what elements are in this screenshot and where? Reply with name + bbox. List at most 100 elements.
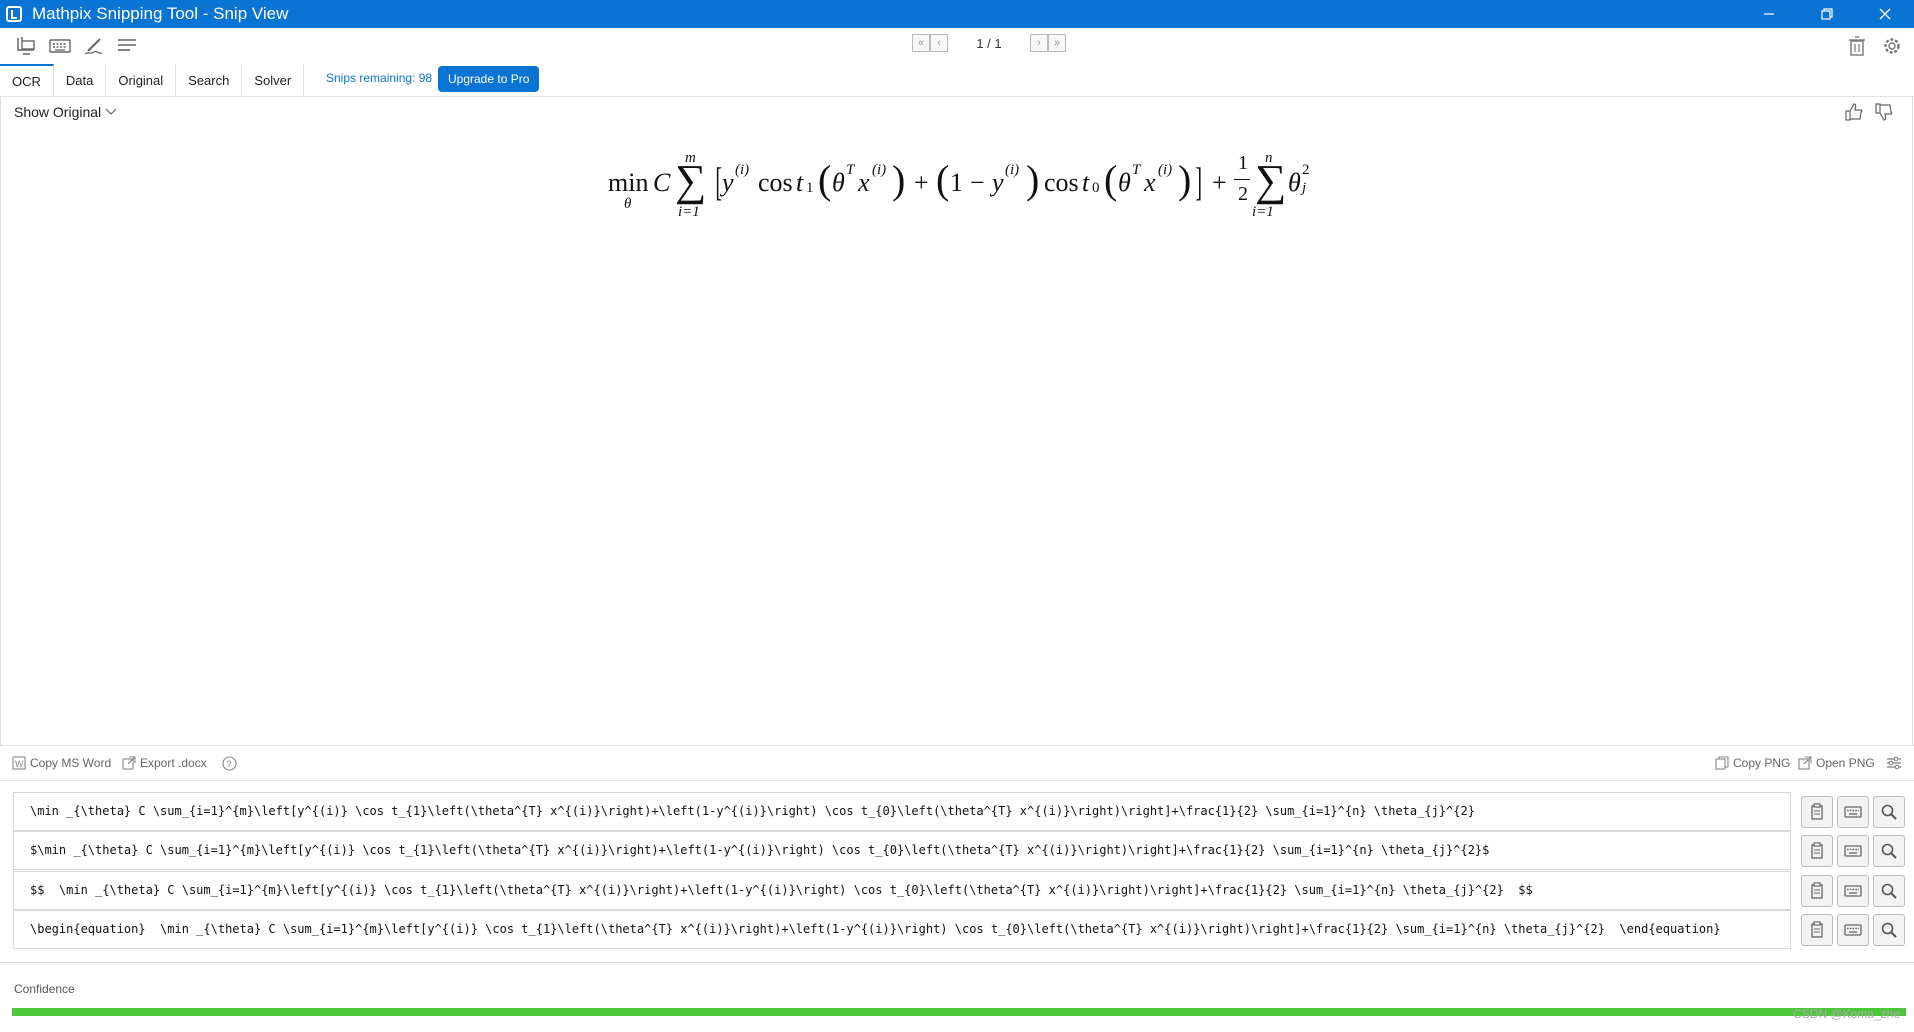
tab-label: Original [118,72,164,88]
math-plus: + [914,168,929,197]
copy-result-button[interactable] [1801,796,1833,828]
tab-data[interactable]: Data [54,64,107,96]
chevron-left-icon: ‹ [937,37,941,49]
copy-result-button[interactable] [1801,914,1833,946]
result-row-inline-math[interactable]: $\min _{\theta} C \sum_{i=1}^{m}\left[y^… [13,831,1791,870]
math-theta: θ [832,168,845,197]
copy-result-button[interactable] [1801,835,1833,867]
math-lbracket: [ [715,159,722,204]
math-lparen: ( [936,157,950,202]
copy-ms-word-button[interactable]: W Copy MS Word [12,756,111,770]
result-text[interactable]: \begin{equation} \min _{\theta} C \sum_{… [30,922,1721,936]
keyboard-result-button[interactable] [1837,875,1869,907]
math-T: T [846,162,855,178]
format-settings-button[interactable] [1886,756,1902,770]
search-result-button[interactable] [1873,835,1905,867]
text-lines-icon[interactable] [116,36,138,56]
export-docx-button[interactable]: Export .docx [122,756,207,770]
keyboard-icon[interactable] [49,36,71,56]
divider [0,96,1914,97]
math-sum-lower: i=1 [1252,204,1274,220]
math-frac-line [1234,179,1250,180]
result-row-equation[interactable]: \begin{equation} \min _{\theta} C \sum_{… [13,910,1791,949]
math-one: 1 [950,168,963,197]
math-minus: − [970,168,985,197]
upgrade-button[interactable]: Upgrade to Pro [438,66,540,92]
restore-button[interactable] [1798,0,1856,28]
thumbs-up-icon[interactable] [1844,102,1864,122]
search-icon [1881,883,1897,899]
confidence-label: Confidence [14,982,75,996]
restore-icon [1821,8,1833,20]
keyboard-result-button[interactable] [1837,835,1869,867]
math-sigma: ∑ [675,156,707,205]
search-icon [1881,804,1897,820]
search-icon [1881,843,1897,859]
search-result-button[interactable] [1873,875,1905,907]
window-title: Mathpix Snipping Tool - Snip View [32,4,289,23]
copy-result-button[interactable] [1801,875,1833,907]
math-rparen: ) [1026,157,1040,202]
result-text[interactable]: $\min _{\theta} C \sum_{i=1}^{m}\left[y^… [30,843,1489,857]
math-lparen: ( [818,157,832,202]
open-png-button[interactable]: Open PNG [1798,756,1875,770]
keyboard-result-button[interactable] [1837,796,1869,828]
thumbs-down-icon[interactable] [1874,102,1894,122]
show-original-dropdown[interactable]: Show Original [14,104,117,120]
math-t: t [1082,168,1090,197]
math-theta-sub-j: j [1302,180,1307,196]
math-T: T [1132,162,1141,178]
tab-original[interactable]: Original [106,64,177,96]
math-lparen: ( [1104,157,1118,202]
help-button[interactable]: ? [222,756,237,771]
math-theta: θ [1118,168,1131,197]
double-chevron-right-icon: » [1053,37,1061,49]
keyboard-icon [1844,885,1862,897]
result-row-display-math[interactable]: $$ \min _{\theta} C \sum_{i=1}^{m}\left[… [13,871,1791,910]
divider [1912,96,1913,746]
tab-bar: OCR Data Original Search Solver [0,62,305,96]
search-result-button[interactable] [1873,914,1905,946]
keyboard-icon [1844,806,1862,818]
result-row-latex[interactable]: \min _{\theta} C \sum_{i=1}^{m}\left[y^{… [13,792,1791,831]
math-sigma: ∑ [1255,156,1287,205]
keyboard-result-button[interactable] [1837,914,1869,946]
math-theta-sup: 2 [1302,162,1310,178]
close-icon [1879,8,1891,20]
result-text[interactable]: \min _{\theta} C \sum_{i=1}^{m}\left[y^{… [30,804,1475,818]
show-original-label: Show Original [14,104,102,120]
prev-page-button[interactable]: ‹ [930,34,948,52]
double-chevron-left-icon: « [917,37,925,49]
tab-search[interactable]: Search [176,64,243,96]
svg-text:?: ? [227,759,232,769]
gear-icon[interactable] [1881,36,1903,56]
search-result-button[interactable] [1873,796,1905,828]
copy-png-button[interactable]: Copy PNG [1715,756,1790,770]
math-rbracket: ] [1195,159,1202,204]
math-y: y [992,168,1004,197]
trash-icon[interactable] [1846,36,1868,56]
confidence-bar [12,1008,1906,1016]
tab-solver[interactable]: Solver [242,64,305,96]
close-button[interactable] [1856,0,1914,28]
math-theta-sub: θ [624,196,632,212]
pen-icon[interactable] [83,36,105,56]
screen-snip-icon[interactable] [16,36,38,56]
math-min: min [608,168,649,197]
tab-ocr[interactable]: OCR [0,64,54,96]
result-text[interactable]: $$ \min _{\theta} C \sum_{i=1}^{m}\left[… [30,883,1533,897]
last-page-button[interactable]: » [1048,34,1066,52]
tab-label: Solver [254,72,292,88]
tab-label: Data [65,72,94,88]
first-page-button[interactable]: « [912,34,930,52]
math-x: x [858,168,870,197]
clipboard-icon [1811,803,1823,820]
external-link-icon [1798,756,1812,770]
keyboard-icon [1844,845,1862,857]
snips-remaining: Snips remaining: 98 [326,71,433,85]
svg-text:W: W [15,759,24,769]
minimize-button[interactable] [1740,0,1798,28]
title-bar: Mathpix Snipping Tool - Snip View [0,0,1914,28]
math-plus: + [1212,168,1227,197]
next-page-button[interactable]: › [1030,34,1048,52]
